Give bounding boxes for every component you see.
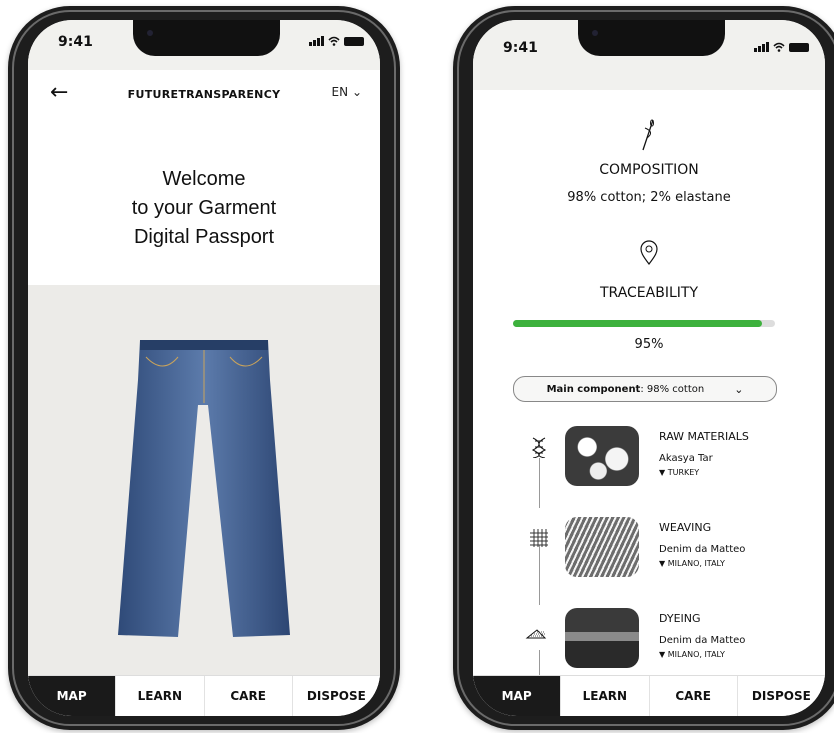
notch — [133, 20, 280, 56]
welcome-line-2: to your Garment — [131, 197, 277, 219]
signal-icon — [309, 36, 324, 46]
camera-icon — [592, 30, 598, 36]
composition-title: COMPOSITION — [599, 162, 699, 178]
stage-location-text: TURKEY — [667, 468, 700, 477]
welcome-line-3: Digital Passport — [133, 226, 275, 248]
stage-title: WEAVING — [659, 521, 712, 534]
traceability-percent: 95% — [634, 337, 664, 352]
location-pin-icon — [640, 240, 658, 265]
cotton-photo — [565, 426, 639, 486]
app-header: ← FUTURETRANSPARENCY EN ⌄ — [28, 70, 380, 130]
needle-icon — [642, 119, 654, 151]
map-pin-icon: ▼ — [659, 650, 666, 659]
stage-raw-materials[interactable]: RAW MATERIALS Akasya Tar ▼ TURKEY — [473, 426, 825, 496]
bottom-tab-bar: MAP LEARN CARE DISPOSE — [473, 675, 825, 716]
wifi-icon — [328, 36, 340, 46]
status-bar: 9:41 — [473, 20, 825, 90]
wifi-icon — [773, 42, 785, 52]
battery-icon — [344, 37, 364, 46]
brand-title: FUTURETRANSPARENCY — [127, 88, 281, 101]
tab-map[interactable]: MAP — [28, 676, 116, 716]
weave-grid-icon — [530, 529, 548, 547]
garment-image-area — [28, 285, 380, 678]
stage-supplier: Akasya Tar — [659, 453, 713, 464]
details-content: COMPOSITION 98% cotton; 2% elastane TRAC… — [473, 90, 825, 680]
stage-location-text: MILANO, ITALY — [667, 650, 725, 659]
main-component-dropdown[interactable]: Main component: 98% cotton ⌄ — [513, 376, 777, 402]
chevron-down-icon: ⌄ — [351, 85, 362, 99]
traceability-progress-bar — [513, 320, 775, 327]
chevron-down-icon: ⌄ — [734, 382, 744, 396]
tab-map[interactable]: MAP — [473, 676, 561, 716]
bottom-tab-bar: MAP LEARN CARE DISPOSE — [28, 675, 380, 716]
screen-passport-details: 9:41 COMPOSITION 98% cotton; 2% elastane… — [473, 20, 825, 716]
map-pin-icon: ▼ — [659, 559, 666, 568]
stage-dyeing[interactable]: DYEING Denim da Matteo ▼ MILANO, ITALY — [473, 608, 825, 678]
stage-location: ▼ TURKEY — [659, 468, 699, 477]
tab-learn[interactable]: LEARN — [560, 676, 648, 716]
battery-icon — [789, 43, 809, 52]
dna-icon — [531, 437, 547, 458]
tab-dispose[interactable]: DISPOSE — [736, 676, 825, 716]
tab-learn[interactable]: LEARN — [115, 676, 203, 716]
stage-supplier: Denim da Matteo — [659, 635, 746, 646]
tab-care[interactable]: CARE — [648, 676, 737, 716]
tab-dispose[interactable]: DISPOSE — [291, 676, 380, 716]
language-selector[interactable]: EN ⌄ — [332, 85, 362, 99]
stage-weaving[interactable]: WEAVING Denim da Matteo ▼ MILANO, ITALY — [473, 517, 825, 587]
phone-left: 9:41 ← FUTURETRANSPARENCY EN ⌄ Welcome t… — [8, 6, 400, 730]
screen-welcome: 9:41 ← FUTURETRANSPARENCY EN ⌄ Welcome t… — [28, 20, 380, 716]
map-pin-icon: ▼ — [659, 468, 666, 477]
camera-icon — [147, 30, 153, 36]
traceability-progress-fill — [513, 320, 762, 327]
stage-location: ▼ MILANO, ITALY — [659, 650, 725, 659]
stage-title: DYEING — [659, 612, 701, 625]
language-label: EN — [331, 85, 349, 99]
main-component-value: : 98% cotton — [640, 383, 705, 395]
notch — [578, 20, 725, 56]
traceability-title: TRACEABILITY — [599, 285, 698, 301]
dyeing-photo — [565, 608, 639, 668]
stage-location: ▼ MILANO, ITALY — [659, 559, 725, 568]
welcome-heading: Welcome to your Garment Digital Passport — [28, 165, 380, 252]
loom-photo — [565, 517, 639, 577]
composition-value: 98% cotton; 2% elastane — [567, 190, 731, 205]
stage-supplier: Denim da Matteo — [659, 544, 746, 555]
status-time: 9:41 — [58, 34, 93, 50]
status-time: 9:41 — [503, 40, 538, 56]
signal-icon — [754, 42, 769, 52]
main-component-label: Main component — [546, 383, 641, 395]
jeans-image — [118, 340, 290, 637]
status-bar: 9:41 — [28, 20, 380, 70]
phone-right: 9:41 COMPOSITION 98% cotton; 2% elastane… — [453, 6, 834, 730]
dye-icon — [525, 629, 547, 639]
stage-title: RAW MATERIALS — [659, 430, 749, 443]
welcome-line-1: Welcome — [162, 168, 246, 190]
stage-location-text: MILANO, ITALY — [667, 559, 725, 568]
tab-care[interactable]: CARE — [203, 676, 292, 716]
